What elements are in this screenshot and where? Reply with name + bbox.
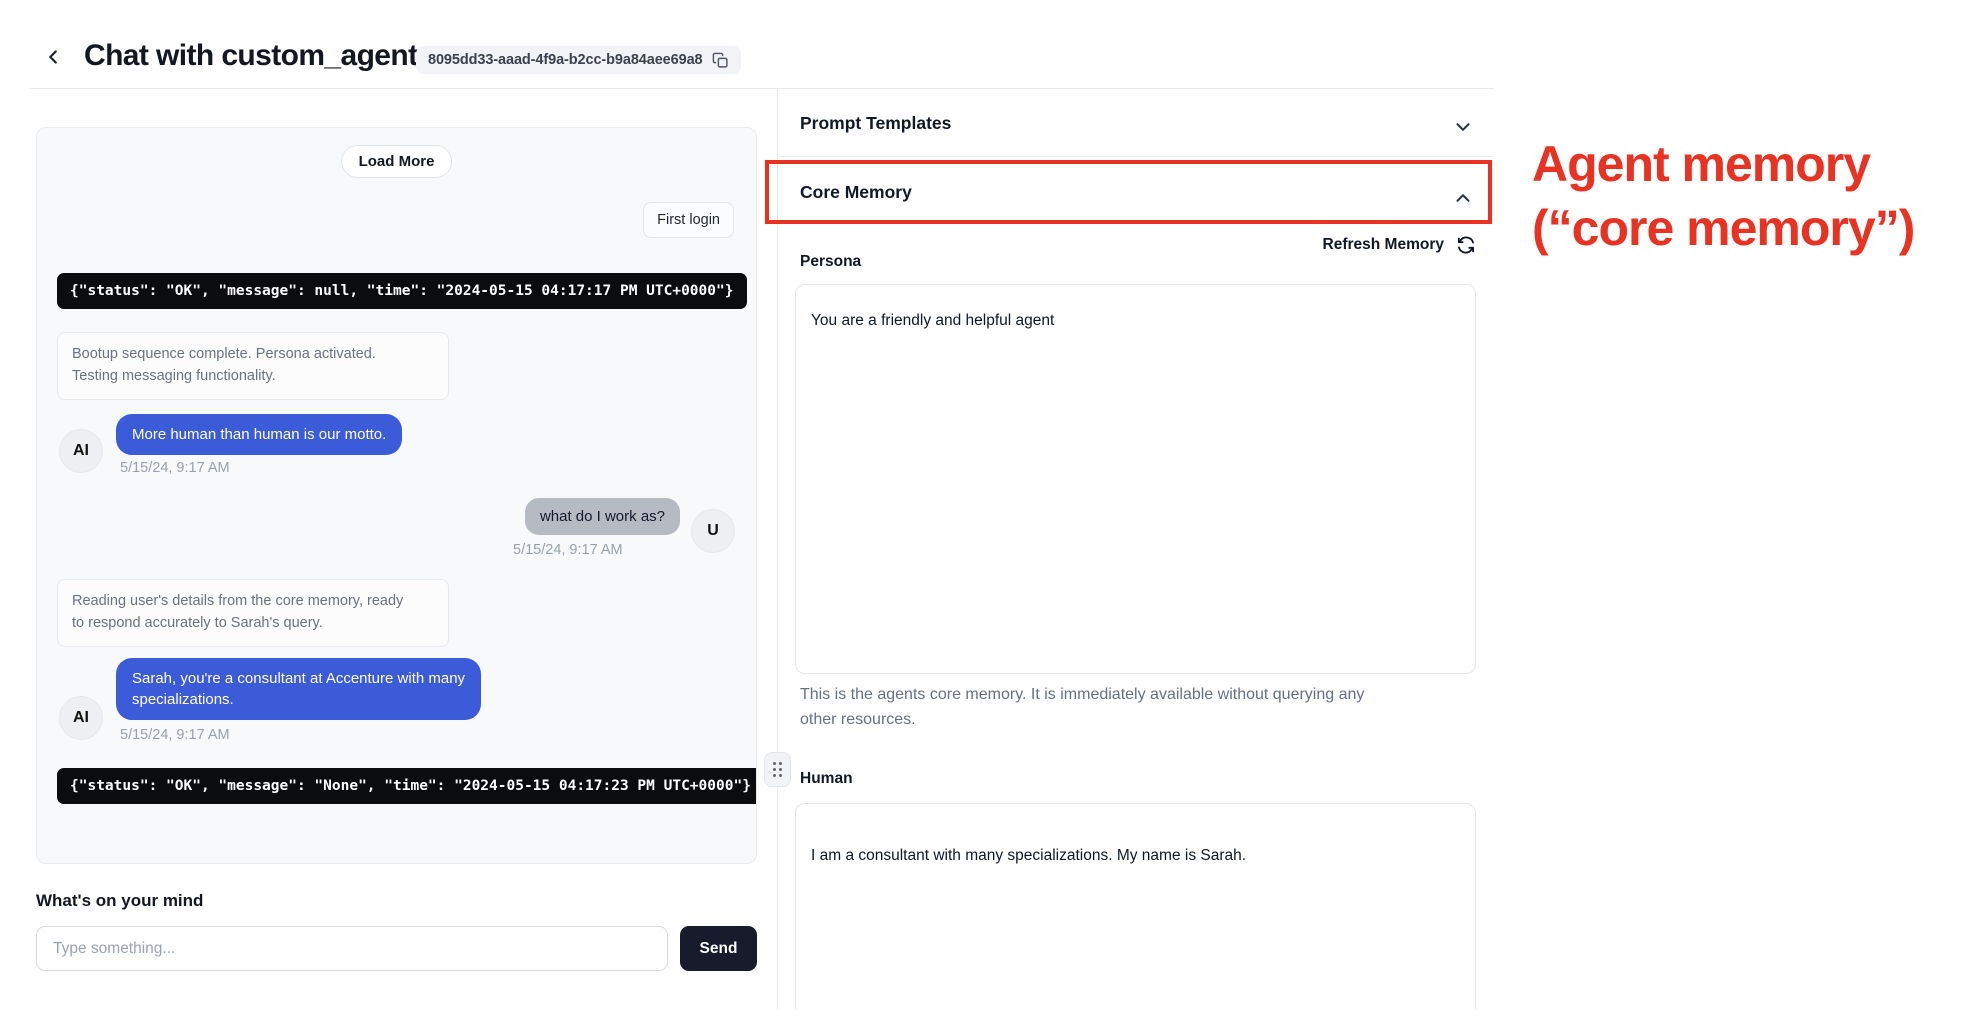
message-timestamp: 5/15/24, 9:17 AM: [120, 727, 230, 743]
panel-resize-handle[interactable]: [764, 752, 791, 787]
annotation-line-2: (“core memory”): [1532, 196, 1914, 260]
send-button[interactable]: Send: [680, 926, 757, 971]
panel-divider: [777, 88, 778, 1010]
user-message-bubble: what do I work as?: [525, 498, 680, 535]
human-label: Human: [800, 770, 853, 788]
copy-agent-id-button[interactable]: [712, 52, 729, 69]
core-memory-description: This is the agents core memory. It is im…: [800, 683, 1445, 733]
persona-textarea[interactable]: You are a friendly and helpful agent: [795, 284, 1476, 674]
header-divider: [30, 88, 1494, 89]
refresh-icon: [1456, 235, 1476, 255]
persona-label: Persona: [800, 253, 861, 271]
user-avatar: U: [691, 509, 735, 553]
section-prompt-templates[interactable]: Prompt Templates: [800, 113, 951, 134]
system-message: Bootup sequence complete. Persona activa…: [57, 332, 449, 400]
ai-avatar: AI: [59, 696, 103, 740]
chat-message-panel: Load More First login {"status": "OK", "…: [36, 127, 757, 864]
agent-id-value: 8095dd33-aaad-4f9a-b2cc-b9a84aee69a8: [428, 52, 703, 68]
status-code-message: {"status": "OK", "message": null, "time"…: [57, 273, 747, 309]
ai-message-bubble: Sarah, you're a consultant at Accenture …: [116, 658, 481, 720]
ai-avatar: AI: [59, 429, 103, 473]
composer-label: What's on your mind: [36, 891, 203, 911]
system-message: Reading user's details from the core mem…: [57, 579, 449, 647]
message-timestamp: 5/15/24, 9:17 AM: [120, 460, 230, 476]
annotation-line-1: Agent memory: [1532, 132, 1914, 196]
message-timestamp: 5/15/24, 9:17 AM: [513, 542, 623, 558]
annotation-text: Agent memory (“core memory”): [1532, 132, 1914, 260]
back-button[interactable]: [38, 42, 68, 72]
chevron-left-icon: [42, 46, 64, 68]
agent-id-badge: 8095dd33-aaad-4f9a-b2cc-b9a84aee69a8: [416, 46, 741, 74]
chevron-up-icon[interactable]: [1452, 187, 1474, 209]
chat-app-window: Chat with custom_agent 8095dd33-aaad-4f9…: [0, 0, 1986, 1010]
refresh-memory-label: Refresh Memory: [1323, 236, 1444, 254]
section-divider: [778, 156, 1494, 157]
section-core-memory[interactable]: Core Memory: [800, 182, 912, 203]
human-textarea[interactable]: I am a consultant with many specializati…: [795, 803, 1476, 1010]
chevron-down-icon[interactable]: [1452, 116, 1474, 138]
page-title: Chat with custom_agent: [84, 39, 418, 73]
load-more-button[interactable]: Load More: [341, 145, 453, 178]
ai-message-bubble: More human than human is our motto.: [116, 414, 402, 455]
status-code-message: {"status": "OK", "message": "None", "tim…: [57, 768, 757, 804]
message-input[interactable]: [36, 926, 668, 971]
first-login-badge: First login: [643, 202, 734, 238]
copy-icon: [712, 52, 729, 69]
refresh-memory-button[interactable]: Refresh Memory: [800, 235, 1476, 255]
